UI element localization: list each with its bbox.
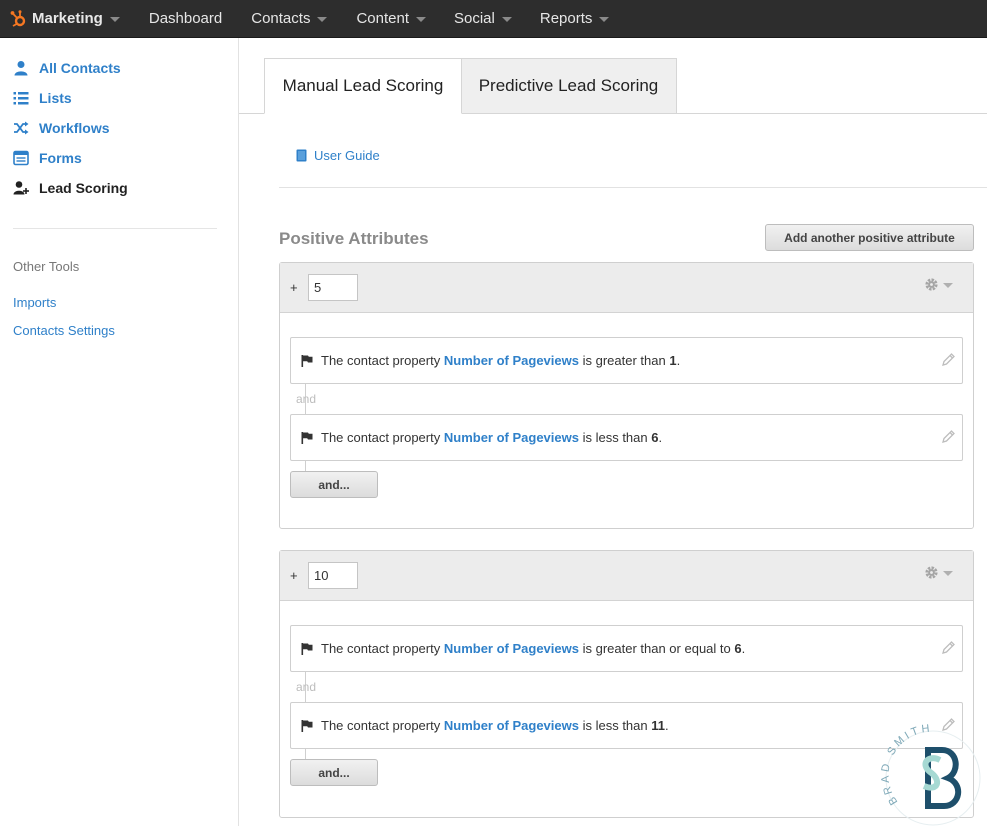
user-icon — [14, 61, 28, 76]
score-input[interactable] — [308, 274, 358, 301]
condition-suffix: . — [665, 718, 669, 733]
brad-smith-watermark-logo: BRAD SMITH — [879, 722, 981, 826]
contacts-settings-link[interactable]: Contacts Settings — [13, 323, 115, 338]
gear-menu[interactable] — [924, 565, 953, 580]
gear-icon — [925, 278, 938, 291]
connector-line — [305, 749, 306, 759]
condition-row: The contact property Number of Pageviews… — [290, 702, 963, 749]
condition-row: The contact property Number of Pageviews… — [290, 337, 963, 384]
sidebar-item-label: Lead Scoring — [39, 180, 128, 196]
plus-sign: + — [290, 280, 298, 295]
imports-link[interactable]: Imports — [13, 295, 56, 310]
gear-menu[interactable] — [924, 277, 953, 292]
condition-row: The contact property Number of Pageviews… — [290, 414, 963, 461]
condition-property[interactable]: Number of Pageviews — [444, 641, 579, 656]
section-title: Positive Attributes — [279, 229, 429, 248]
chevron-down-icon — [317, 16, 328, 22]
condition-prefix: The contact property — [321, 718, 441, 733]
user-guide-label: User Guide — [314, 148, 380, 163]
chevron-down-icon — [943, 570, 953, 576]
sidebar-item-all-contacts[interactable]: All Contacts — [13, 58, 121, 78]
nav-reports-label: Reports — [539, 10, 593, 27]
book-icon — [296, 149, 307, 162]
nav-contacts-label: Contacts — [251, 10, 311, 27]
condition-property[interactable]: Number of Pageviews — [444, 353, 579, 368]
sidebar-divider — [13, 228, 217, 229]
attribute-group: + The contact property Number of Pagevie… — [279, 550, 974, 818]
condition-prefix: The contact property — [321, 641, 441, 656]
pencil-icon[interactable] — [941, 352, 956, 367]
user-plus-icon — [13, 181, 29, 195]
condition-property[interactable]: Number of Pageviews — [444, 430, 579, 445]
condition-operator: is greater than or equal to — [582, 641, 731, 656]
chevron-down-icon — [416, 16, 426, 22]
score-input[interactable] — [308, 562, 358, 589]
nav-contacts[interactable]: Contacts — [251, 0, 328, 38]
condition-value: 6 — [734, 641, 742, 656]
condition-value: 6 — [651, 430, 659, 445]
sidebar-item-forms[interactable]: Forms — [13, 148, 82, 168]
sidebar-item-lead-scoring[interactable]: Lead Scoring — [13, 178, 128, 198]
flag-icon — [301, 719, 313, 732]
add-positive-attribute-button[interactable]: Add another positive attribute — [765, 224, 974, 251]
chevron-down-icon — [501, 16, 512, 22]
chevron-down-icon — [109, 16, 120, 22]
condition-prefix: The contact property — [321, 430, 441, 445]
sidebar-item-workflows[interactable]: Workflows — [13, 118, 110, 138]
shuffle-icon — [14, 121, 29, 135]
flag-icon — [301, 642, 313, 655]
nav-dashboard-label: Dashboard — [148, 10, 223, 27]
condition-operator: is greater than — [582, 353, 666, 368]
sidebar-item-label: All Contacts — [39, 60, 121, 76]
plus-sign: + — [290, 568, 298, 583]
pencil-icon[interactable] — [941, 640, 956, 655]
nav-reports[interactable]: Reports — [540, 0, 610, 38]
list-icon — [13, 92, 29, 105]
and-button[interactable]: and... — [290, 759, 378, 786]
nav-social[interactable]: Social — [454, 0, 512, 38]
tab-manual-lead-scoring[interactable]: Manual Lead Scoring — [264, 58, 462, 114]
attribute-group-header: + — [280, 263, 973, 313]
sidebar-item-label: Lists — [39, 90, 72, 106]
nav-social-label: Social — [454, 10, 495, 27]
and-label: and — [296, 392, 317, 406]
top-nav: Marketing Dashboard Contacts Content Soc… — [0, 0, 987, 38]
nav-marketing-label: Marketing — [32, 10, 103, 27]
user-guide-link[interactable]: User Guide — [296, 148, 380, 163]
nav-content-label: Content — [356, 10, 409, 27]
condition-suffix: . — [741, 641, 746, 656]
condition-suffix: . — [658, 430, 663, 445]
pencil-icon[interactable] — [941, 429, 956, 444]
gear-icon — [925, 566, 938, 579]
chevron-down-icon — [599, 16, 610, 22]
condition-value: 1 — [669, 353, 677, 368]
flag-icon — [301, 354, 313, 367]
form-icon — [13, 150, 29, 166]
sidebar-item-lists[interactable]: Lists — [13, 88, 72, 108]
condition-operator: is less than — [582, 718, 648, 733]
sidebar: All Contacts Lists Workflows Forms Lead … — [0, 38, 239, 826]
sidebar-item-label: Workflows — [39, 120, 110, 136]
chevron-down-icon — [943, 282, 953, 288]
sprocket-logo-icon — [10, 9, 26, 27]
condition-operator: is less than — [582, 430, 648, 445]
condition-property[interactable]: Number of Pageviews — [444, 718, 579, 733]
connector-line — [305, 461, 306, 471]
and-button[interactable]: and... — [290, 471, 378, 498]
and-label: and — [296, 680, 317, 694]
nav-content[interactable]: Content — [356, 0, 426, 38]
nav-marketing[interactable]: Marketing — [9, 0, 120, 38]
divider — [279, 187, 987, 188]
condition-prefix: The contact property — [321, 353, 441, 368]
condition-suffix: . — [676, 353, 681, 368]
tab-predictive-lead-scoring[interactable]: Predictive Lead Scoring — [461, 58, 677, 114]
attribute-group-header: + — [280, 551, 973, 601]
condition-row: The contact property Number of Pageviews… — [290, 625, 963, 672]
other-tools-heading: Other Tools — [13, 259, 80, 274]
sidebar-item-label: Forms — [39, 150, 82, 166]
nav-dashboard[interactable]: Dashboard — [149, 0, 222, 38]
attribute-group: + The contact property Number of Pagevie… — [279, 262, 974, 529]
flag-icon — [301, 431, 313, 444]
condition-value: 11 — [651, 718, 666, 733]
